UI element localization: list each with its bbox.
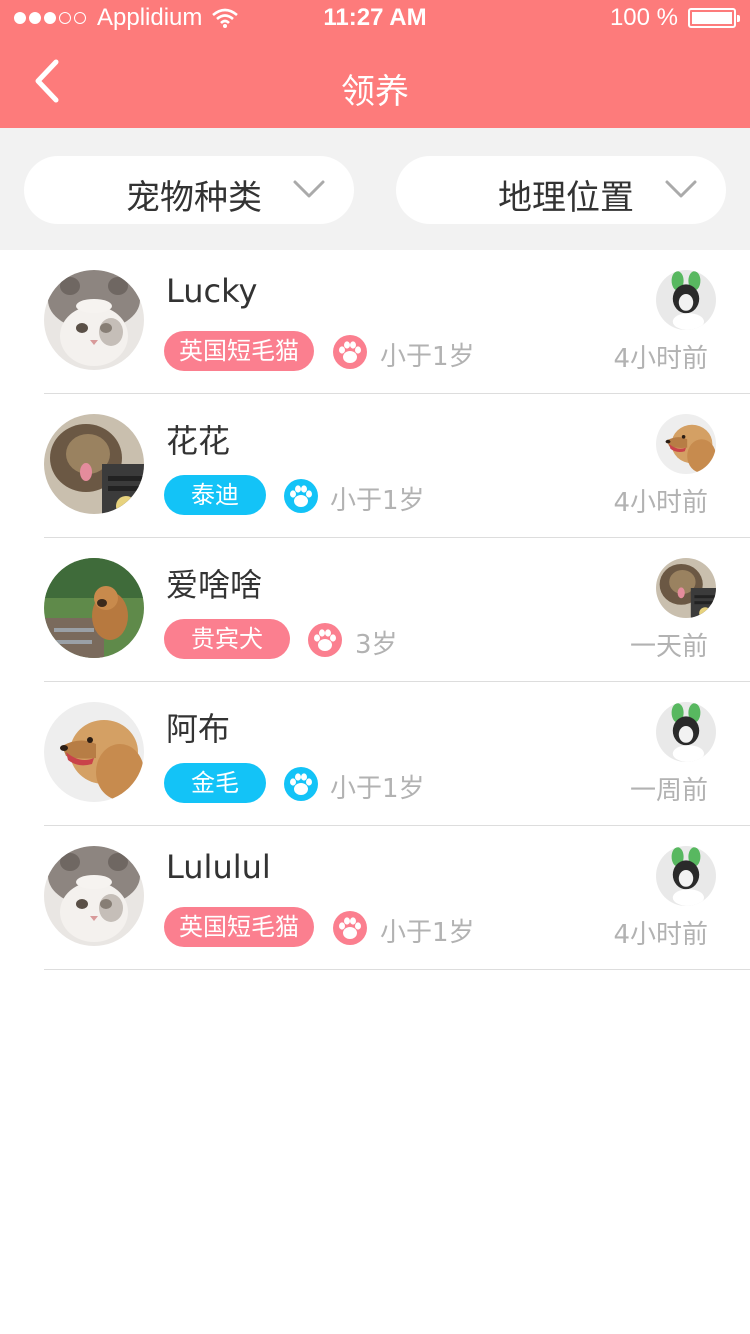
post-time: 一周前 — [629, 776, 708, 806]
pet-list: Lucky 英国短毛猫 小于1岁 4小时前 花花 泰迪 小于1岁 4小时前 爱啥… — [0, 250, 750, 970]
pet-list-item[interactable]: 爱啥啥 贵宾犬 3岁 一天前 — [0, 538, 750, 682]
owner-avatar[interactable] — [656, 846, 716, 906]
pet-age: 小于1岁 — [330, 774, 425, 804]
pet-name: Lucky — [166, 272, 258, 310]
header: Applidium 11:27 AM 100 % 领养 — [0, 0, 750, 128]
pet-name: 爱啥啥 — [166, 566, 263, 604]
paw-icon — [308, 623, 342, 657]
pet-age: 小于1岁 — [330, 486, 425, 516]
breed-tag: 泰迪 — [164, 475, 266, 515]
pet-name: 阿布 — [166, 710, 231, 748]
pet-name: 花花 — [166, 422, 231, 460]
pet-avatar — [44, 702, 144, 802]
battery-percent: 100 % — [609, 4, 678, 31]
breed-tag: 金毛 — [164, 763, 266, 803]
post-time: 4小时前 — [613, 920, 708, 950]
post-time: 4小时前 — [613, 488, 708, 518]
location-filter-dropdown[interactable]: 地理位置 — [396, 156, 726, 224]
pet-age: 3岁 — [355, 630, 398, 660]
breed-tag: 英国短毛猫 — [164, 907, 314, 947]
page-title: 领养 — [341, 72, 409, 112]
nav-bar: 领养 — [0, 34, 750, 128]
row-divider — [44, 969, 750, 970]
post-time: 一天前 — [629, 632, 708, 662]
owner-avatar[interactable] — [656, 702, 716, 762]
status-right: 100 % — [609, 4, 740, 32]
battery-level — [692, 12, 732, 24]
paw-icon — [333, 911, 367, 945]
pet-age: 小于1岁 — [380, 918, 475, 948]
pet-list-item[interactable]: 花花 泰迪 小于1岁 4小时前 — [0, 394, 750, 538]
species-filter-label: 宠物种类 — [126, 178, 262, 218]
chevron-down-icon — [665, 180, 697, 198]
filter-bar: 宠物种类 地理位置 — [0, 128, 750, 250]
post-time: 4小时前 — [613, 344, 708, 374]
breed-tag: 贵宾犬 — [164, 619, 290, 659]
pet-avatar — [44, 270, 144, 370]
paw-icon — [333, 335, 367, 369]
owner-avatar[interactable] — [656, 414, 716, 474]
paw-icon — [284, 479, 318, 513]
pet-avatar — [44, 414, 144, 514]
owner-avatar[interactable] — [656, 558, 716, 618]
pet-list-item[interactable]: Lucky 英国短毛猫 小于1岁 4小时前 — [0, 250, 750, 394]
pet-avatar — [44, 558, 144, 658]
pet-list-item[interactable]: 阿布 金毛 小于1岁 一周前 — [0, 682, 750, 826]
location-filter-label: 地理位置 — [498, 178, 634, 218]
pet-age: 小于1岁 — [380, 342, 475, 372]
pet-avatar — [44, 846, 144, 946]
owner-avatar[interactable] — [656, 270, 716, 330]
species-filter-dropdown[interactable]: 宠物种类 — [24, 156, 354, 224]
breed-tag: 英国短毛猫 — [164, 331, 314, 371]
status-bar: Applidium 11:27 AM 100 % — [0, 0, 750, 34]
pet-name: Lululul — [166, 848, 271, 886]
paw-icon — [284, 767, 318, 801]
pet-list-item[interactable]: Lululul 英国短毛猫 小于1岁 4小时前 — [0, 826, 750, 970]
chevron-down-icon — [293, 180, 325, 198]
battery-icon — [688, 8, 740, 28]
